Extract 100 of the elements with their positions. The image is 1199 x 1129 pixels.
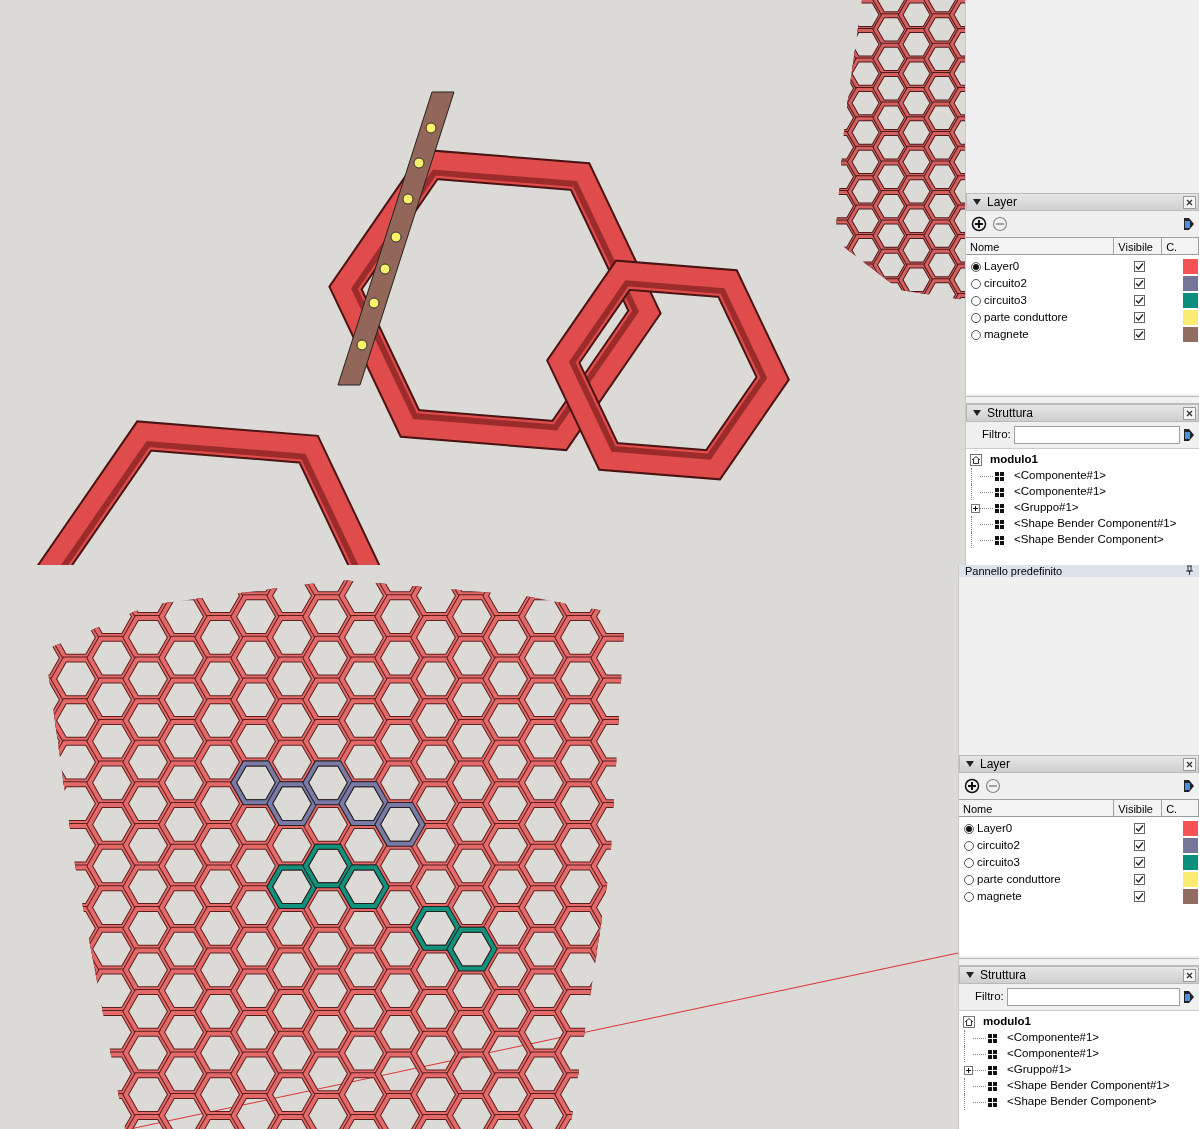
house-icon [970, 454, 982, 466]
add-layer-icon[interactable] [971, 216, 987, 232]
tree-item-label[interactable]: <Shape Bender Component> [1014, 531, 1164, 549]
color-swatch[interactable] [1183, 838, 1198, 853]
filter-field[interactable] [1006, 988, 1180, 1006]
radio-button[interactable] [964, 857, 974, 868]
checkbox[interactable] [1133, 823, 1145, 834]
checkbox[interactable] [1133, 261, 1145, 272]
close-button[interactable] [1183, 968, 1196, 982]
tree-item-label[interactable]: <Gruppo#1> [1007, 1061, 1072, 1079]
checkbox[interactable] [1133, 874, 1145, 885]
pin-icon[interactable] [1186, 565, 1193, 575]
component-icon [995, 471, 1004, 481]
layer-name[interactable]: magnete [977, 887, 1022, 906]
component-icon [995, 519, 1004, 529]
tree-item-label[interactable]: <Componente#1> [1014, 483, 1107, 501]
details-icon[interactable] [1183, 779, 1195, 793]
close-icon [1186, 410, 1193, 418]
radio-button[interactable] [964, 840, 974, 851]
add-layer-icon[interactable] [964, 778, 980, 794]
close-button[interactable] [1183, 406, 1196, 420]
checkbox[interactable] [1133, 295, 1145, 306]
tree-item-label[interactable]: <Componente#1> [1007, 1045, 1100, 1063]
tree-item-label[interactable]: <Shape Bender Component#1> [1014, 515, 1177, 533]
filter-label: Filtro: [982, 427, 1011, 443]
layer-name[interactable]: circuito2 [984, 274, 1027, 293]
layer-name[interactable]: parte conduttore [984, 308, 1068, 327]
house-icon [963, 1016, 975, 1028]
panel-title: Struttura [987, 405, 1034, 422]
component-icon [988, 1033, 997, 1043]
checkbox[interactable] [1133, 840, 1145, 851]
layer-name[interactable]: circuito3 [984, 291, 1027, 310]
checkbox[interactable] [1133, 329, 1145, 340]
layer-name[interactable]: Layer0 [984, 257, 1020, 276]
close-icon [1186, 761, 1193, 769]
details-icon[interactable] [1183, 217, 1195, 231]
close-icon [1186, 972, 1193, 980]
panel-title: Layer [980, 756, 1011, 773]
filter-field[interactable] [1013, 426, 1180, 444]
radio-button[interactable] [971, 261, 981, 272]
component-icon [988, 1081, 997, 1091]
group-icon [988, 1065, 997, 1075]
color-swatch[interactable] [1183, 293, 1198, 308]
panel-header[interactable]: Layer [966, 193, 1199, 211]
collapse-triangle-icon [973, 199, 981, 205]
close-button[interactable] [1183, 195, 1196, 209]
color-swatch[interactable] [1183, 872, 1198, 887]
column-header[interactable]: Visibile [1114, 800, 1163, 816]
close-icon [1186, 199, 1193, 207]
column-header[interactable]: Visibile [1114, 238, 1163, 254]
color-swatch[interactable] [1183, 327, 1198, 342]
color-swatch[interactable] [1183, 889, 1198, 904]
collapse-triangle-icon [966, 761, 974, 767]
tree-item-label[interactable]: <Gruppo#1> [1014, 499, 1079, 517]
component-icon [995, 535, 1004, 545]
component-icon [995, 487, 1004, 497]
layer-name[interactable]: circuito2 [977, 836, 1020, 855]
panel-header[interactable]: Struttura [966, 404, 1199, 422]
panel-title: Layer [987, 194, 1018, 211]
tree-item-label[interactable]: <Shape Bender Component> [1007, 1093, 1157, 1111]
color-swatch[interactable] [1183, 310, 1198, 325]
panel-header[interactable]: Layer [959, 755, 1199, 773]
tree-item-label[interactable]: <Shape Bender Component#1> [1007, 1077, 1170, 1095]
checkbox[interactable] [1133, 312, 1145, 323]
checkbox[interactable] [1133, 891, 1145, 902]
checkbox[interactable] [1133, 278, 1145, 289]
expand-toggle[interactable] [964, 1065, 973, 1075]
radio-button[interactable] [971, 329, 981, 340]
radio-button[interactable] [971, 295, 981, 306]
layer-name[interactable]: circuito3 [977, 853, 1020, 872]
radio-button[interactable] [964, 823, 974, 834]
remove-layer-icon[interactable] [985, 778, 1001, 794]
checkbox[interactable] [1133, 857, 1145, 868]
tree-item-label[interactable]: <Componente#1> [1014, 467, 1107, 485]
radio-button[interactable] [971, 278, 981, 289]
column-header[interactable]: Nome [966, 238, 1115, 254]
details-icon[interactable] [1183, 990, 1195, 1004]
layer-name[interactable]: Layer0 [977, 819, 1013, 838]
column-header[interactable]: Nome [959, 800, 1115, 816]
layer-name[interactable]: magnete [984, 325, 1029, 344]
expand-toggle[interactable] [971, 503, 980, 513]
tree-root-label[interactable]: modulo1 [990, 451, 1038, 469]
column-header[interactable]: C. [1162, 800, 1199, 816]
close-button[interactable] [1183, 757, 1196, 771]
radio-button[interactable] [964, 891, 974, 902]
radio-button[interactable] [971, 312, 981, 323]
column-header[interactable]: C. [1162, 238, 1199, 254]
tree-item-label[interactable]: <Componente#1> [1007, 1029, 1100, 1047]
tree-root-label[interactable]: modulo1 [983, 1013, 1031, 1031]
collapse-triangle-icon [973, 410, 981, 416]
color-swatch[interactable] [1183, 276, 1198, 291]
remove-layer-icon[interactable] [992, 216, 1008, 232]
color-swatch[interactable] [1183, 821, 1198, 836]
panel-header[interactable]: Struttura [959, 966, 1199, 984]
details-icon[interactable] [1183, 428, 1195, 442]
color-swatch[interactable] [1183, 855, 1198, 870]
component-icon [988, 1097, 997, 1107]
layer-name[interactable]: parte conduttore [977, 870, 1061, 889]
radio-button[interactable] [964, 874, 974, 885]
color-swatch[interactable] [1183, 259, 1198, 274]
